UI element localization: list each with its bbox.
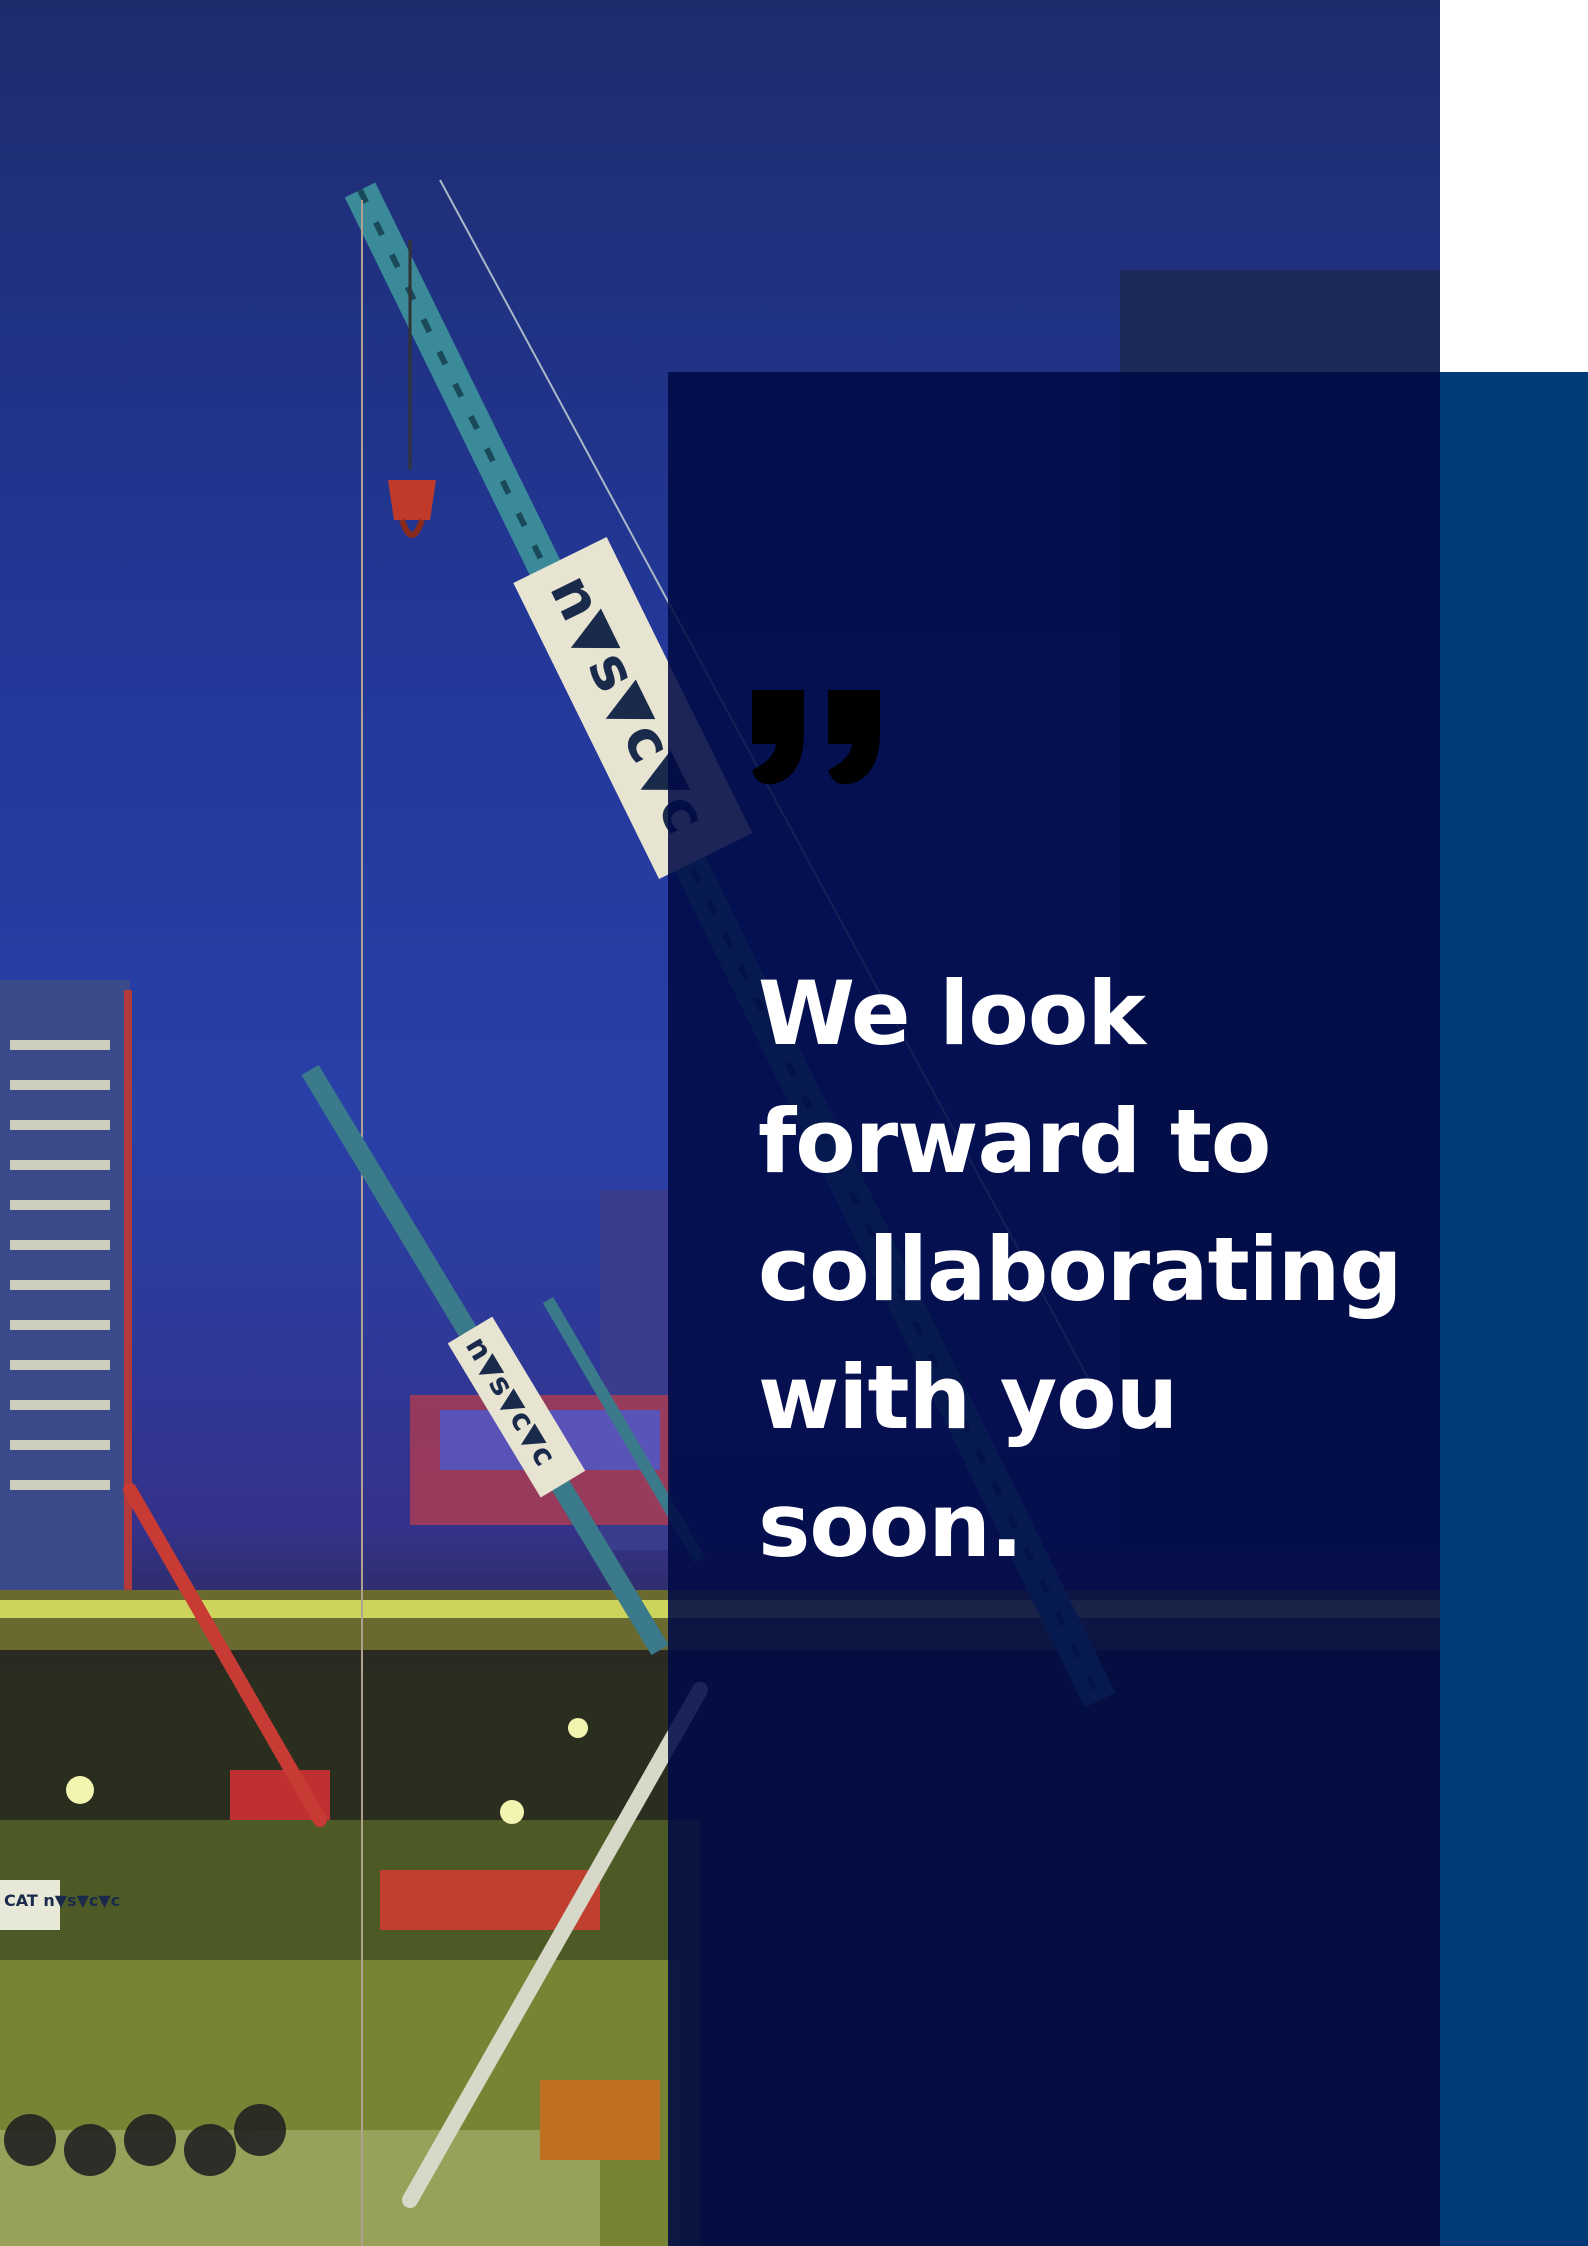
- opening-quote-icon: [752, 690, 880, 785]
- svg-text:CAT n▼s▼c▼c: CAT n▼s▼c▼c: [4, 1891, 120, 1910]
- left-tower: [0, 980, 132, 1600]
- closing-quote-text: We look forward to collaborating with yo…: [758, 962, 1402, 1577]
- equipment-sign: CAT n▼s▼c▼c: [4, 1891, 120, 1910]
- right-blue-band: [1440, 372, 1588, 2246]
